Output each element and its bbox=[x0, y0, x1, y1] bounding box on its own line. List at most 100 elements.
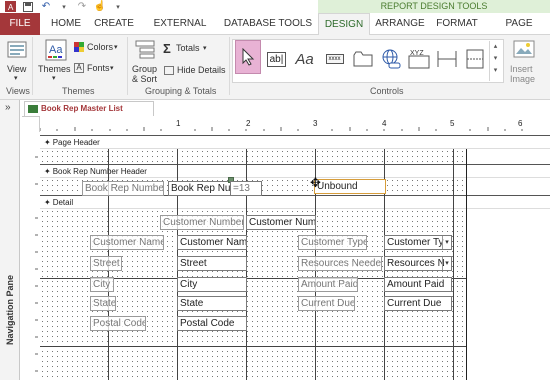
colors-icon bbox=[74, 42, 84, 52]
textbox-control-icon[interactable]: ab| bbox=[264, 45, 289, 73]
ruler-mark-6: 6 bbox=[518, 119, 523, 128]
page-number-field[interactable]: =13 bbox=[230, 181, 262, 196]
page-break-control-icon[interactable] bbox=[462, 45, 487, 73]
grid-line bbox=[40, 346, 466, 347]
postal-code-field[interactable]: Postal Code bbox=[177, 316, 247, 331]
view-button[interactable]: View bbox=[7, 64, 26, 74]
line-control-icon[interactable] bbox=[434, 45, 459, 73]
customer-type-combo[interactable]: Customer Ty ▾ bbox=[384, 235, 452, 250]
customer-number-label[interactable]: Customer Number bbox=[160, 215, 244, 230]
unbound-textbox[interactable]: Unbound bbox=[314, 179, 386, 194]
tab-format[interactable]: FORMAT bbox=[430, 13, 484, 35]
themes-button[interactable]: Themes bbox=[38, 64, 71, 74]
page-header-section-bar[interactable]: ✦ Page Header bbox=[40, 135, 550, 149]
customer-type-label[interactable]: Customer Type bbox=[298, 235, 367, 250]
customize-qat-icon[interactable]: ▾ bbox=[112, 1, 124, 12]
state-label[interactable]: State bbox=[90, 296, 116, 311]
tab-external-data[interactable]: EXTERNAL DATA bbox=[140, 13, 220, 51]
chevron-down-icon[interactable]: ▾ bbox=[442, 236, 451, 249]
context-tab-group-title: REPORT DESIGN TOOLS bbox=[318, 0, 550, 13]
svg-text:Aa: Aa bbox=[49, 44, 63, 56]
resources-needed-label[interactable]: Resources Needed bbox=[298, 256, 382, 271]
tab-home[interactable]: HOME bbox=[44, 13, 88, 35]
colors-button[interactable]: Colors bbox=[87, 42, 113, 52]
current-due-field[interactable]: Current Due bbox=[384, 296, 452, 311]
report-icon bbox=[28, 105, 38, 113]
fonts-dropdown-icon[interactable]: ▾ bbox=[110, 64, 114, 72]
tab-design[interactable]: DESIGN bbox=[318, 13, 370, 36]
detail-label: Detail bbox=[52, 198, 74, 207]
separator bbox=[127, 37, 128, 95]
totals-icon: Σ bbox=[163, 41, 171, 56]
navigation-pane-label: Navigation Pane bbox=[5, 274, 15, 346]
chevron-down-icon[interactable]: ▾ bbox=[442, 257, 451, 270]
group-header-section-bar[interactable]: ✦ Book Rep Number Header bbox=[40, 164, 550, 178]
book-rep-number-label[interactable]: Book Rep Number bbox=[82, 181, 164, 196]
report-width-edge[interactable] bbox=[466, 149, 467, 380]
label-control-icon[interactable]: Aa bbox=[292, 45, 317, 73]
city-field[interactable]: City bbox=[177, 277, 247, 292]
select-pointer-icon[interactable] bbox=[235, 40, 261, 74]
tab-page-setup[interactable]: PAGE SETUP bbox=[488, 13, 550, 51]
insert-image-button[interactable]: Insert Image bbox=[510, 64, 540, 84]
grouping-totals-group-label: Grouping & Totals bbox=[145, 86, 217, 96]
group-header-label: Book Rep Number Header bbox=[52, 167, 147, 176]
expand-nav-pane-icon[interactable]: » bbox=[5, 102, 11, 113]
separator bbox=[32, 37, 33, 95]
tab-file[interactable]: FILE bbox=[0, 13, 40, 35]
svg-text:A: A bbox=[8, 3, 14, 12]
themes-icon[interactable]: Aa bbox=[44, 38, 68, 62]
group-sort-button[interactable]: Group & Sort bbox=[132, 64, 162, 84]
redo-icon[interactable]: ↷ bbox=[76, 1, 88, 12]
city-label[interactable]: City bbox=[90, 277, 114, 292]
customer-number-field[interactable]: Customer Num bbox=[246, 215, 316, 230]
themes-dropdown-icon[interactable]: ▾ bbox=[52, 74, 56, 82]
colors-dropdown-icon[interactable]: ▾ bbox=[114, 43, 118, 51]
totals-button[interactable]: Totals bbox=[176, 43, 200, 53]
resources-needed-value: Resources N bbox=[387, 258, 445, 269]
access-app-icon[interactable]: A bbox=[4, 1, 16, 12]
fonts-icon: A bbox=[74, 63, 84, 73]
detail-section-bar[interactable]: ✦ Detail bbox=[40, 195, 550, 209]
touch-mode-icon[interactable]: ☝ bbox=[94, 1, 106, 12]
report-selector[interactable] bbox=[22, 117, 40, 133]
current-due-label[interactable]: Current Due bbox=[298, 296, 355, 311]
svg-text:XYZ: XYZ bbox=[410, 50, 424, 57]
fonts-button[interactable]: Fonts bbox=[87, 63, 110, 73]
view-icon[interactable] bbox=[6, 39, 28, 61]
tab-create[interactable]: CREATE bbox=[90, 13, 138, 35]
save-icon[interactable] bbox=[22, 1, 34, 12]
group-sort-icon[interactable] bbox=[134, 39, 156, 61]
undo-dropdown-icon[interactable]: ▾ bbox=[58, 1, 70, 12]
insert-image-icon[interactable] bbox=[512, 39, 536, 61]
navigation-control-icon[interactable]: XYZ bbox=[406, 45, 431, 73]
postal-code-label[interactable]: Postal Code bbox=[90, 316, 146, 331]
page-header-grid[interactable] bbox=[40, 149, 466, 164]
amount-paid-label[interactable]: Amount Paid bbox=[298, 277, 358, 292]
tab-arrange[interactable]: ARRANGE bbox=[374, 13, 426, 35]
view-dropdown-icon[interactable]: ▾ bbox=[14, 74, 18, 82]
ruler-mark-5: 5 bbox=[450, 119, 455, 128]
totals-dropdown-icon[interactable]: ▾ bbox=[203, 44, 207, 52]
customer-name-label[interactable]: Customer Name bbox=[90, 235, 164, 250]
hide-details-button[interactable]: Hide Details bbox=[177, 65, 226, 75]
hyperlink-control-icon[interactable] bbox=[378, 45, 403, 73]
amount-paid-field[interactable]: Amount Paid bbox=[384, 277, 452, 292]
resources-needed-combo[interactable]: Resources N ▾ bbox=[384, 256, 452, 271]
street-field[interactable]: Street bbox=[177, 256, 247, 271]
navigation-pane[interactable]: » Navigation Pane bbox=[0, 100, 20, 380]
ruler-mark-2: 2 bbox=[246, 119, 251, 128]
themes-group-label: Themes bbox=[62, 86, 95, 96]
document-tab[interactable]: Book Rep Master List bbox=[24, 101, 154, 116]
button-control-icon[interactable]: xxxx bbox=[322, 45, 347, 73]
tab-control-icon[interactable] bbox=[350, 45, 375, 73]
street-label[interactable]: Street bbox=[90, 256, 122, 271]
ribbon: View ▾ Views Aa Themes ▾ Colors ▾ A Font… bbox=[0, 35, 550, 100]
ruler-mark-1: 1 bbox=[176, 119, 181, 128]
tab-database-tools[interactable]: DATABASE TOOLS bbox=[222, 13, 314, 35]
gallery-scroll-icon[interactable]: ▴ ▾ ▾ bbox=[489, 41, 501, 81]
undo-icon[interactable]: ↶ bbox=[40, 1, 52, 12]
state-field[interactable]: State bbox=[177, 296, 247, 311]
customer-name-field[interactable]: Customer Nam bbox=[177, 235, 247, 250]
views-group-label: Views bbox=[6, 86, 30, 96]
